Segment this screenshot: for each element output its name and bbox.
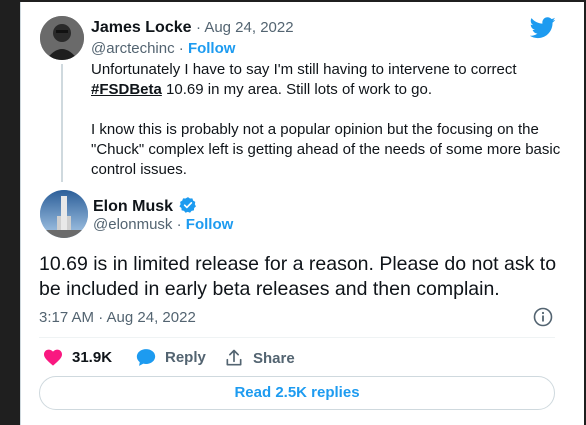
twitter-bird-icon[interactable] xyxy=(529,17,556,44)
reply-label: Reply xyxy=(165,349,206,366)
follow-button[interactable]: Follow xyxy=(186,216,234,233)
follow-button[interactable]: Follow xyxy=(188,40,236,57)
hashtag-link[interactable]: #FSDBeta xyxy=(91,81,162,98)
quoted-tweet-text: Unfortunately I have to say I'm still ha… xyxy=(91,60,579,180)
share-icon xyxy=(224,348,253,368)
read-replies-button[interactable]: Read 2.5K replies xyxy=(39,376,555,410)
tweet-embed-card: James Locke · Aug 24, 2022 @arctechinc ·… xyxy=(20,2,584,425)
tweet-text-line: 10.69 in my area. Still lots of work to … xyxy=(161,81,432,98)
like-count: 31.9K xyxy=(72,348,113,366)
speech-bubble-icon xyxy=(136,348,165,367)
tweet-timestamp[interactable]: 3:17 AM · Aug 24, 2022 xyxy=(39,309,196,326)
heart-icon xyxy=(43,348,72,366)
tweet-date[interactable]: Aug 24, 2022 xyxy=(204,19,293,36)
avatar[interactable] xyxy=(40,16,84,60)
author-name[interactable]: James Locke xyxy=(91,19,192,36)
info-icon[interactable] xyxy=(533,307,553,332)
author-handle[interactable]: @elonmusk xyxy=(93,216,172,233)
divider xyxy=(39,337,555,338)
share-button[interactable]: Share xyxy=(224,348,295,368)
tweet-text: 10.69 is in limited release for a reason… xyxy=(39,253,557,300)
tweet-text-line: Unfortunately I have to say I'm still ha… xyxy=(91,61,517,78)
tweet-text-paragraph: I know this is probably not a popular op… xyxy=(91,121,561,178)
like-button[interactable]: 31.9K xyxy=(43,348,112,366)
reply-button[interactable]: Reply xyxy=(136,348,206,367)
avatar[interactable] xyxy=(40,190,88,238)
thread-connector-line xyxy=(61,64,63,182)
share-label: Share xyxy=(253,349,295,367)
author-handle[interactable]: @arctechinc xyxy=(91,40,175,57)
author-name[interactable]: Elon Musk xyxy=(93,198,173,215)
separator: · xyxy=(176,216,182,233)
separator: · xyxy=(178,40,184,57)
